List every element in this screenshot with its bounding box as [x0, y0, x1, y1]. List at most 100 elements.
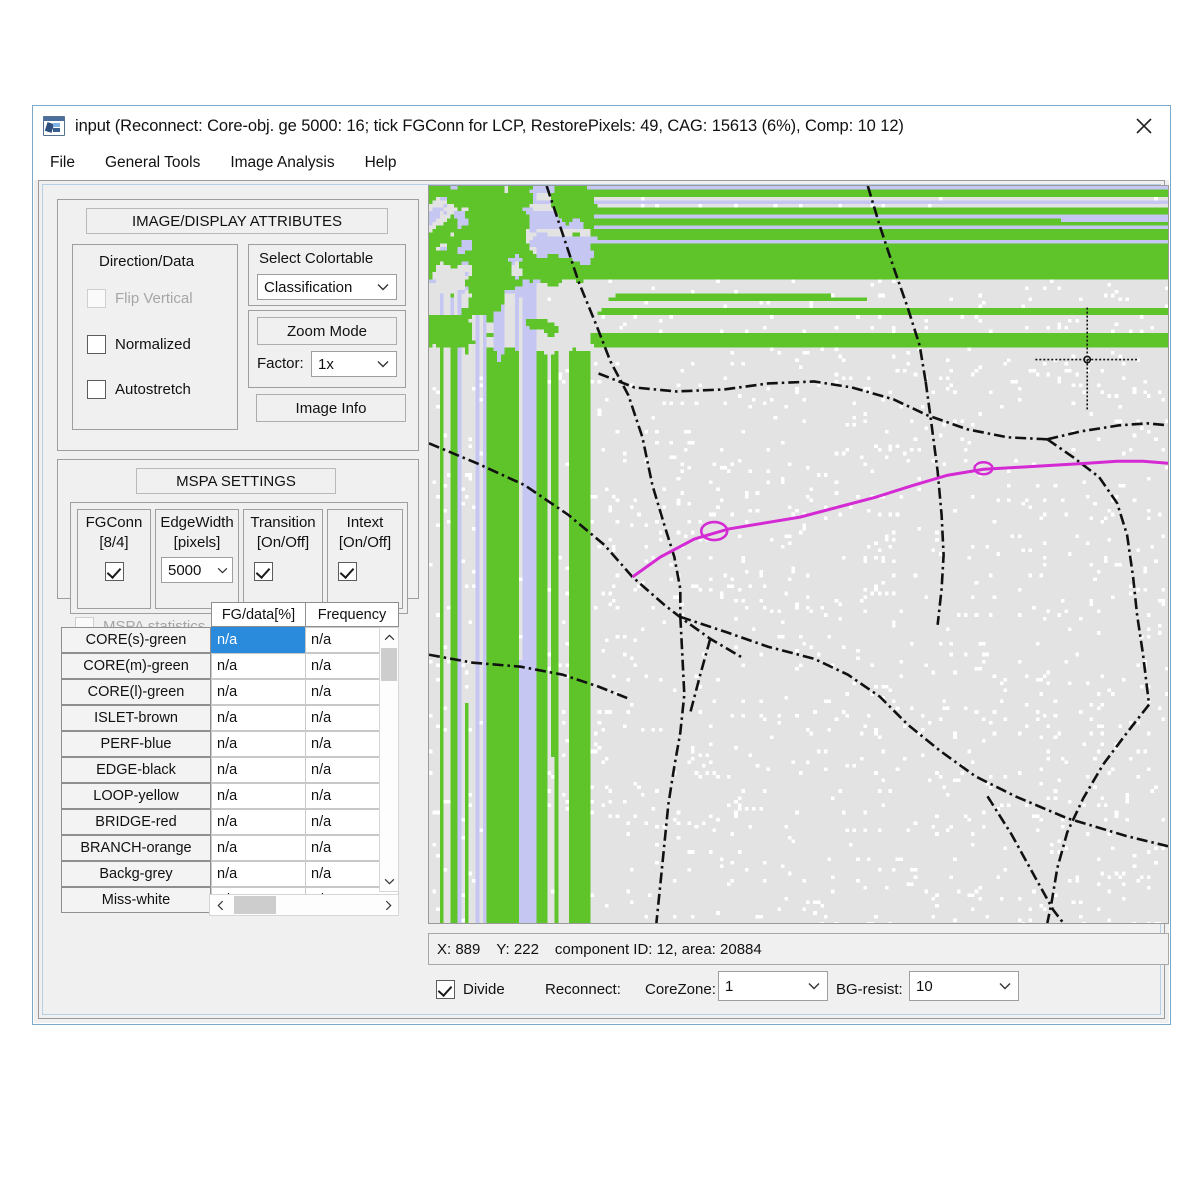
- transition-checkbox[interactable]: [254, 562, 273, 581]
- table-cell-fg[interactable]: n/a: [211, 757, 306, 783]
- table-vertical-scrollbar[interactable]: [379, 627, 399, 892]
- status-y: Y: 222: [496, 940, 539, 958]
- scroll-left-icon[interactable]: [210, 895, 230, 915]
- menu-item-file[interactable]: File: [47, 152, 78, 174]
- zoom-factor-value: 1x: [318, 355, 334, 373]
- intext-label-line1: Intext: [346, 514, 384, 531]
- map-display[interactable]: [428, 185, 1169, 924]
- table-horizontal-scrollbar[interactable]: [209, 894, 399, 916]
- table-cell-fg[interactable]: n/a: [211, 653, 306, 679]
- image-display-attributes-group: IMAGE/DISPLAY ATTRIBUTES Direction/Data …: [57, 199, 419, 451]
- autostretch-checkbox[interactable]: [87, 380, 106, 399]
- application-window: input (Reconnect: Core-obj. ge 5000: 16;…: [32, 105, 1171, 1025]
- edgewidth-label-line2: [pixels]: [173, 534, 221, 551]
- zoom-mode-box: Zoom Mode Factor: 1x: [248, 310, 406, 388]
- edgewidth-value: 5000: [168, 561, 202, 579]
- edgewidth-label-line1: EdgeWidth: [160, 514, 234, 531]
- select-colortable-box: Select Colortable Classification: [248, 244, 406, 306]
- autostretch-label: Autostretch: [115, 381, 191, 398]
- transition-label-line2: [On/Off]: [256, 534, 310, 551]
- table-row-header[interactable]: Miss-white: [61, 887, 211, 913]
- bgresist-value: 10: [916, 977, 933, 995]
- table-row-header[interactable]: PERF-blue: [61, 731, 211, 757]
- corezone-select[interactable]: 1: [718, 971, 828, 1001]
- normalized-checkbox[interactable]: [87, 335, 106, 354]
- chevron-down-icon: [992, 982, 1018, 990]
- fgconn-option: FGConn [8/4]: [77, 509, 151, 609]
- table-row-header[interactable]: ISLET-brown: [61, 705, 211, 731]
- chevron-down-icon: [212, 567, 232, 574]
- status-x: X: 889: [437, 940, 481, 958]
- table-row-header[interactable]: CORE(l)-green: [61, 679, 211, 705]
- factor-label: Factor:: [257, 355, 304, 372]
- select-colortable-label: Select Colortable: [259, 250, 374, 267]
- fgconn-checkbox[interactable]: [105, 562, 124, 581]
- menu-bar: File General Tools Image Analysis Help: [33, 146, 1170, 180]
- table-header-frequency: Frequency: [305, 602, 399, 627]
- intext-checkbox[interactable]: [338, 562, 357, 581]
- normalized-label: Normalized: [115, 336, 191, 353]
- table-row-header[interactable]: CORE(m)-green: [61, 653, 211, 679]
- direction-data-box: Direction/Data Flip Vertical Normalized …: [72, 244, 238, 430]
- scroll-right-icon[interactable]: [378, 895, 398, 915]
- mspa-options-box: FGConn [8/4] EdgeWidth [pixels] 5000 Tra…: [70, 502, 408, 614]
- table-cell-fg[interactable]: n/a: [211, 783, 306, 809]
- coordinate-status-bar: X: 889 Y: 222 component ID: 12, area: 20…: [428, 933, 1169, 965]
- table-cell-fg[interactable]: n/a: [211, 835, 306, 861]
- chevron-down-icon: [370, 360, 396, 368]
- table-row-header[interactable]: BRANCH-orange: [61, 835, 211, 861]
- divide-label: Divide: [463, 981, 505, 998]
- window-title: input (Reconnect: Core-obj. ge 5000: 16;…: [75, 116, 904, 135]
- flip-vertical-label: Flip Vertical: [115, 290, 193, 307]
- bgresist-select[interactable]: 10: [909, 971, 1019, 1001]
- menu-item-image-analysis[interactable]: Image Analysis: [227, 152, 337, 174]
- direction-data-label: Direction/Data: [99, 253, 195, 270]
- corezone-label: CoreZone:: [645, 981, 716, 998]
- status-component: component ID: 12, area: 20884: [554, 940, 762, 958]
- map-canvas: [429, 186, 1168, 923]
- table-cell-fg[interactable]: n/a: [211, 679, 306, 705]
- close-icon[interactable]: [1118, 106, 1170, 145]
- edgewidth-select[interactable]: 5000: [161, 557, 233, 583]
- chevron-down-icon: [801, 982, 827, 990]
- mspa-class-table: FG/data[%] Frequency CORE(s)-green n/a n/a…: [61, 602, 399, 922]
- fgconn-label-line2: [8/4]: [99, 534, 129, 551]
- image-info-button[interactable]: Image Info: [256, 394, 406, 422]
- scroll-thumb[interactable]: [234, 896, 276, 914]
- title-bar: input (Reconnect: Core-obj. ge 5000: 16;…: [33, 106, 1170, 146]
- zoom-factor-select[interactable]: 1x: [311, 351, 397, 377]
- table-cell-fg[interactable]: n/a: [211, 705, 306, 731]
- divide-checkbox[interactable]: [436, 980, 455, 999]
- corezone-value: 1: [725, 977, 734, 995]
- table-row-header[interactable]: Backg-grey: [61, 861, 211, 887]
- client-inner: IMAGE/DISPLAY ATTRIBUTES Direction/Data …: [42, 184, 1169, 1015]
- table-row-header[interactable]: BRIDGE-red: [61, 809, 211, 835]
- flip-vertical-checkbox[interactable]: [87, 289, 106, 308]
- transition-label-line1: Transition: [250, 514, 316, 531]
- table-header-fg: FG/data[%]: [211, 602, 306, 627]
- colortable-select[interactable]: Classification: [257, 274, 397, 300]
- table-cell-fg[interactable]: n/a: [211, 731, 306, 757]
- chevron-down-icon: [370, 283, 396, 291]
- mspa-settings-title: MSPA SETTINGS: [136, 468, 336, 494]
- intext-option: Intext [On/Off]: [327, 509, 403, 609]
- scroll-thumb[interactable]: [381, 648, 397, 681]
- table-row-header[interactable]: LOOP-yellow: [61, 783, 211, 809]
- edgewidth-option: EdgeWidth [pixels] 5000: [155, 509, 239, 609]
- table-row-header[interactable]: EDGE-black: [61, 757, 211, 783]
- table-cell-fg[interactable]: n/a: [211, 627, 306, 653]
- image-window-icon: [43, 116, 65, 136]
- intext-label-line2: [On/Off]: [338, 534, 392, 551]
- image-display-attributes-title: IMAGE/DISPLAY ATTRIBUTES: [86, 208, 388, 234]
- menu-item-general-tools[interactable]: General Tools: [102, 152, 203, 174]
- scroll-up-icon[interactable]: [380, 628, 398, 646]
- client-area: IMAGE/DISPLAY ATTRIBUTES Direction/Data …: [38, 180, 1169, 1019]
- zoom-mode-button[interactable]: Zoom Mode: [257, 317, 397, 345]
- scroll-down-icon[interactable]: [380, 872, 398, 890]
- menu-item-help[interactable]: Help: [362, 152, 400, 174]
- reconnect-label: Reconnect:: [545, 981, 621, 998]
- table-cell-fg[interactable]: n/a: [211, 861, 306, 887]
- table-cell-fg[interactable]: n/a: [211, 809, 306, 835]
- bgresist-label: BG-resist:: [836, 981, 903, 998]
- table-row-header[interactable]: CORE(s)-green: [61, 627, 211, 653]
